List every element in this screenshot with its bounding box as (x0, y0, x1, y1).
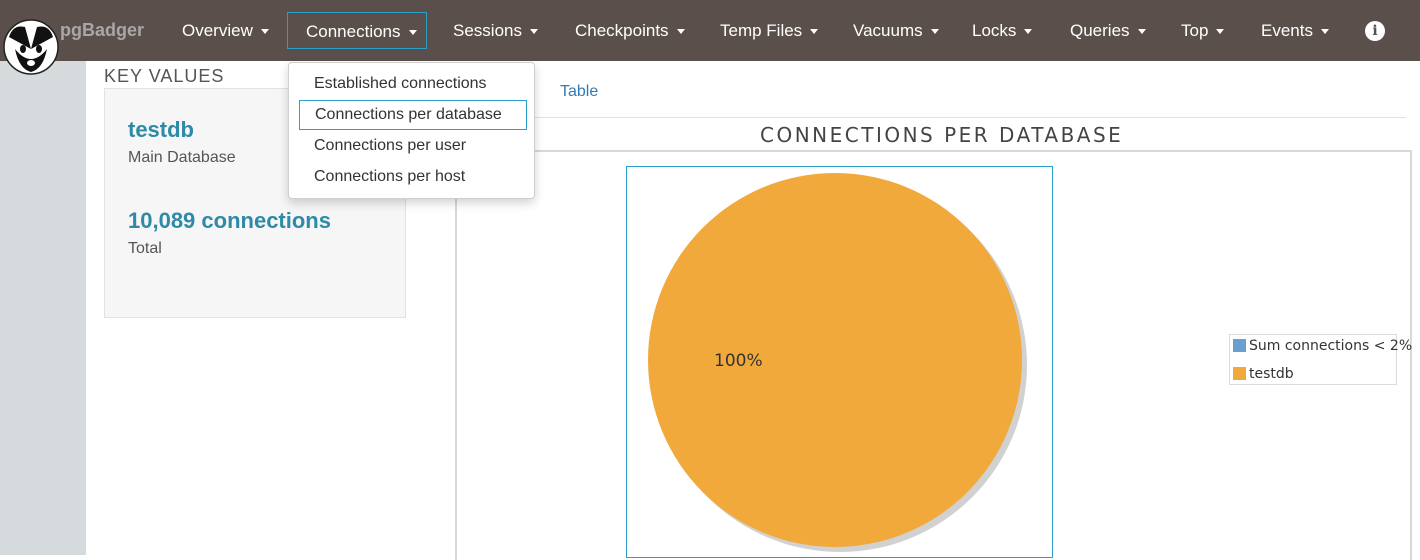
top-navbar: pgBadger Overview Connections Sessions C… (0, 0, 1420, 75)
pie-slice-testdb[interactable] (648, 173, 1022, 547)
legend-item-testdb[interactable]: testdb (1233, 366, 1294, 384)
menu-item-established-connections[interactable]: Established connections (299, 69, 527, 99)
nav-overview[interactable]: Overview (182, 12, 269, 49)
total-connections-value: 10,089 connections (128, 208, 331, 233)
brand-name[interactable]: pgBadger (60, 20, 144, 41)
tab-table[interactable]: Table (560, 83, 598, 101)
nav-label: Connections (306, 22, 401, 41)
caret-down-icon (930, 29, 939, 35)
pie-chart: 100% (648, 173, 1027, 552)
nav-connections[interactable]: Connections (287, 12, 427, 49)
nav-label: Locks (972, 21, 1017, 40)
menu-item-connections-per-host[interactable]: Connections per host (299, 162, 527, 192)
info-icon[interactable]: i (1365, 21, 1385, 41)
connections-dropdown-menu: Established connections Connections per … (288, 62, 535, 199)
caret-down-icon (1024, 29, 1033, 35)
caret-down-icon (529, 29, 538, 35)
nav-label: Sessions (453, 21, 522, 40)
caret-down-icon (810, 29, 819, 35)
left-gutter (0, 61, 86, 555)
legend-swatch (1233, 367, 1246, 380)
nav-queries[interactable]: Queries (1070, 12, 1146, 49)
caret-down-icon (408, 30, 417, 36)
pie-slice-label: 100% (714, 351, 763, 371)
nav-temp-files[interactable]: Temp Files (720, 12, 819, 49)
nav-top[interactable]: Top (1181, 12, 1225, 49)
total-connections-label: Total (128, 240, 162, 257)
nav-label: Checkpoints (575, 21, 669, 40)
nav-label: Temp Files (720, 21, 803, 40)
nav-label: Overview (182, 21, 253, 40)
caret-down-icon (1216, 29, 1225, 35)
caret-down-icon (676, 29, 685, 35)
caret-down-icon (260, 29, 269, 35)
nav-checkpoints[interactable]: Checkpoints (575, 12, 685, 49)
nav-label: Queries (1070, 21, 1130, 40)
legend-item-sum-connections[interactable]: Sum connections < 2% (1233, 338, 1412, 356)
badger-logo-icon[interactable] (3, 19, 59, 75)
nav-vacuums[interactable]: Vacuums (853, 12, 939, 49)
tab-divider (534, 117, 1406, 118)
nav-events[interactable]: Events (1261, 12, 1329, 49)
caret-down-icon (1320, 29, 1329, 35)
legend-label: testdb (1249, 366, 1294, 382)
nav-locks[interactable]: Locks (972, 12, 1033, 49)
main-database-value: testdb (128, 117, 194, 142)
nav-sessions[interactable]: Sessions (453, 12, 538, 49)
main-database-label: Main Database (128, 149, 236, 166)
chart-legend: Sum connections < 2% testdb (1229, 334, 1412, 385)
legend-label: Sum connections < 2% (1249, 338, 1413, 354)
menu-item-connections-per-database[interactable]: Connections per database (299, 100, 527, 130)
nav-label: Top (1181, 21, 1209, 40)
nav-label: Events (1261, 21, 1313, 40)
caret-down-icon (1137, 29, 1146, 35)
key-values-heading: KEY VALUES (104, 66, 225, 86)
menu-item-connections-per-user[interactable]: Connections per user (299, 131, 527, 161)
nav-label: Vacuums (853, 21, 923, 40)
legend-swatch (1233, 339, 1246, 352)
chart-title: CONNECTIONS PER DATABASE (760, 123, 1124, 147)
